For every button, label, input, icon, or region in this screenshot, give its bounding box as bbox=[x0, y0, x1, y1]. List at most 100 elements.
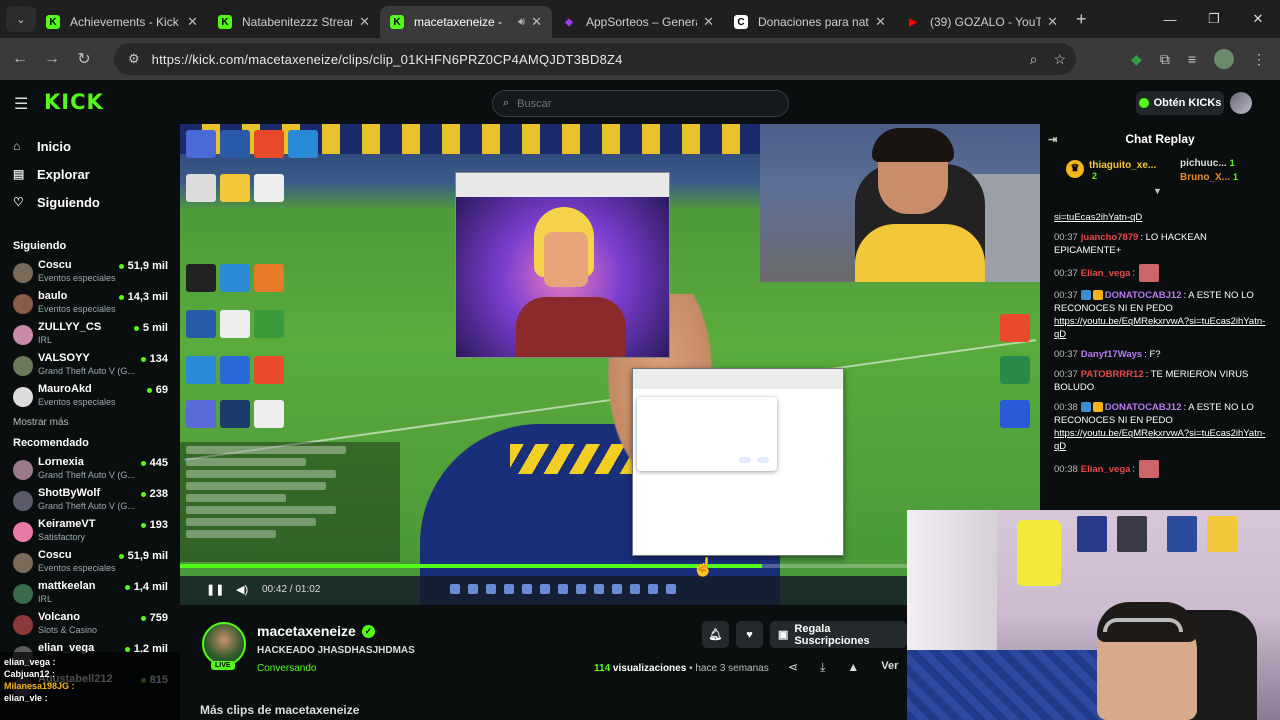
message-username[interactable]: Elian_vega bbox=[1081, 464, 1131, 475]
pause-icon[interactable]: ❚❚ bbox=[206, 583, 224, 596]
channel-item[interactable]: KeirameVT Satisfactory 193 bbox=[0, 517, 180, 548]
gift-subs-button[interactable]: ▣ Regala Suscripciones bbox=[770, 621, 907, 648]
channel-item[interactable]: Coscu Eventos especiales 51,9 mil bbox=[0, 258, 180, 289]
user-avatar[interactable] bbox=[1230, 92, 1252, 114]
search-box[interactable]: ⌕ bbox=[492, 90, 789, 117]
close-tab-icon[interactable]: ✕ bbox=[1047, 14, 1058, 30]
message-username[interactable]: DONATOCABJ12 bbox=[1105, 402, 1182, 413]
share-icon[interactable]: ⋖ bbox=[788, 660, 798, 675]
ver-button[interactable]: Ver bbox=[881, 660, 898, 675]
message-username[interactable]: DONATOCABJ12 bbox=[1105, 290, 1182, 301]
bottom-chat-overlay: elian_vega : Cabjuan12 : Milanesa198JG : el… bbox=[0, 652, 180, 720]
get-kicks-label: Obtén KICKs bbox=[1153, 97, 1222, 109]
progress-bar[interactable] bbox=[180, 564, 763, 568]
report-icon[interactable]: ▲ bbox=[847, 660, 859, 675]
close-tab-icon[interactable]: ✕ bbox=[703, 14, 714, 30]
reload-button[interactable]: ↻ bbox=[68, 49, 100, 69]
chat-title: Chat Replay bbox=[1125, 132, 1195, 146]
sidebar-item-explorar[interactable]: ▤ Explorar bbox=[0, 160, 180, 188]
site-info-icon[interactable]: ⚙ bbox=[128, 51, 140, 67]
search-input[interactable] bbox=[517, 97, 758, 110]
more-menu-icon[interactable]: ⋮ bbox=[1252, 51, 1266, 68]
channel-item[interactable]: baulo Eventos especiales 14,3 mil bbox=[0, 289, 180, 320]
message-username[interactable]: Elian_vega bbox=[1081, 268, 1131, 279]
viewer-count: 445 bbox=[141, 457, 168, 469]
extensions-puzzle-icon[interactable]: ⧉ bbox=[1160, 51, 1170, 68]
channel-avatar[interactable] bbox=[202, 622, 246, 666]
channel-avatar bbox=[13, 356, 33, 376]
extension-icon[interactable]: ◆ bbox=[1131, 51, 1142, 68]
close-tab-icon[interactable]: ✕ bbox=[359, 14, 370, 30]
close-window-button[interactable]: ✕ bbox=[1236, 0, 1280, 38]
close-tab-icon[interactable]: ✕ bbox=[531, 14, 542, 30]
close-tab-icon[interactable]: ✕ bbox=[875, 14, 886, 30]
zoom-icon[interactable]: ⌕ bbox=[1030, 51, 1038, 68]
kick-logo[interactable]: KICK bbox=[44, 90, 104, 114]
chat-messages: si=tuEcas2ihYatn-qD 00:37 juancho7879: LO … bbox=[1040, 198, 1280, 478]
views-label: visualizaciones bbox=[612, 663, 687, 674]
message-username[interactable]: juancho7879 bbox=[1081, 232, 1139, 243]
chevron-down-icon[interactable]: ▼ bbox=[1153, 186, 1162, 196]
chat-message: si=tuEcas2ihYatn-qD bbox=[1054, 198, 1268, 224]
channel-item[interactable]: ShotByWolf Grand Theft Auto V (G... 238 bbox=[0, 486, 180, 517]
kick-top-nav: ☰ KICK ⌕ Obtén KICKs bbox=[0, 80, 1280, 124]
following-heading: Siguiendo bbox=[13, 240, 67, 252]
new-tab-button[interactable]: + bbox=[1076, 9, 1087, 30]
channel-item[interactable]: mattkeelan IRL 1,4 mil bbox=[0, 579, 180, 610]
show-more-link[interactable]: Mostrar más bbox=[0, 413, 180, 433]
message-username[interactable]: Danyf17Ways bbox=[1081, 349, 1142, 360]
extension-icons: ◆ ⧉ ≡ ⋮ bbox=[1131, 38, 1266, 80]
tab-search-button[interactable]: ⌄ bbox=[6, 6, 36, 32]
tab-1[interactable]: K Natabenitezzz Stream ✕ bbox=[208, 6, 380, 38]
clip-title: HACKEADO JHASDHASJHDMAS bbox=[257, 645, 415, 656]
tab-title: Natabenitezzz Stream bbox=[242, 15, 354, 29]
overlay-chat-line: elian_vega : bbox=[4, 656, 176, 668]
channel-name[interactable]: macetaxeneize bbox=[257, 623, 356, 639]
message-link[interactable]: https://youtu.be/EqMRekxrvwA?si=tuEcas2i… bbox=[1054, 428, 1265, 452]
channel-item[interactable]: Lornexia Grand Theft Auto V (G... 445 bbox=[0, 455, 180, 486]
top-gifters: ♛ thiaguito_xe... 2 pichuuc... 1 Bruno_X..… bbox=[1040, 154, 1280, 198]
notifications-button[interactable]: 🔔︎ bbox=[702, 621, 729, 648]
back-button[interactable]: ← bbox=[4, 50, 36, 68]
forward-button[interactable]: → bbox=[36, 50, 68, 68]
tab-0[interactable]: K Achievements - Kick ✕ bbox=[36, 6, 208, 38]
message-username[interactable]: PATOBRRR12 bbox=[1081, 369, 1144, 380]
channel-category: Eventos especiales bbox=[38, 273, 116, 283]
tab-2[interactable]: Kmacetaxeneize - 🔊︎ ✕ bbox=[380, 6, 552, 38]
collapse-chat-icon[interactable]: ⇥ bbox=[1048, 133, 1057, 146]
media-icon[interactable]: ≡ bbox=[1188, 51, 1196, 67]
category-link[interactable]: Conversando bbox=[257, 663, 316, 674]
profile-avatar[interactable] bbox=[1214, 49, 1234, 69]
channel-item[interactable]: VALSOYY Grand Theft Auto V (G... 134 bbox=[0, 351, 180, 382]
chat-message: 00:38 DONATOCABJ12: A ESTE NO LO RECONOCE… bbox=[1054, 401, 1268, 453]
sidebar-item-siguiendo[interactable]: ♡ Siguiendo bbox=[0, 188, 180, 216]
tab-3[interactable]: ◆ AppSorteos – Genera ✕ bbox=[552, 6, 724, 38]
sidebar-item-inicio[interactable]: ⌂ Inicio bbox=[0, 132, 180, 160]
gifter-3[interactable]: Bruno_X... 1 bbox=[1180, 172, 1238, 183]
url-field[interactable]: ⚙ https://kick.com/macetaxeneize/clips/c… bbox=[114, 43, 1076, 75]
channel-item[interactable]: Volcano Slots & Casino 759 bbox=[0, 610, 180, 641]
minimize-button[interactable]: — bbox=[1148, 0, 1192, 38]
close-tab-icon[interactable]: ✕ bbox=[187, 14, 198, 30]
chat-message: 00:37 Elian_vega: bbox=[1054, 264, 1268, 282]
gifter-2[interactable]: pichuuc... 1 bbox=[1180, 158, 1235, 169]
speaker-icon[interactable]: 🔊︎ bbox=[518, 16, 525, 29]
tab-5[interactable]: ▶ (39) GOZALO - YouTu ✕ bbox=[896, 6, 1068, 38]
follow-button[interactable]: ♥ bbox=[736, 621, 763, 648]
download-icon[interactable]: ⤓ bbox=[820, 660, 825, 675]
get-kicks-button[interactable]: Obtén KICKs bbox=[1136, 91, 1224, 115]
tab-4[interactable]: C Donaciones para nat ✕ bbox=[724, 6, 896, 38]
bookmark-star-icon[interactable]: ☆ bbox=[1053, 51, 1066, 68]
channel-item[interactable]: MauroAkd Eventos especiales 69 bbox=[0, 382, 180, 413]
volume-icon[interactable]: ◀) bbox=[236, 583, 248, 596]
message-link[interactable]: https://youtu.be/EqMRekxrvwA?si=tuEcas2i… bbox=[1054, 316, 1265, 340]
message-link[interactable]: si=tuEcas2ihYatn-qD bbox=[1054, 212, 1142, 223]
channel-item[interactable]: ZULLYY_CS IRL 5 mil bbox=[0, 320, 180, 351]
sidebar-item-label: Inicio bbox=[37, 138, 71, 154]
message-text: : bbox=[1132, 463, 1136, 475]
gifter-1[interactable]: thiaguito_xe... 2 bbox=[1089, 160, 1156, 182]
hamburger-menu-icon[interactable]: ☰ bbox=[14, 94, 28, 114]
channel-item[interactable]: Coscu Eventos especiales 51,9 mil bbox=[0, 548, 180, 579]
maximize-button[interactable]: ❐ bbox=[1192, 0, 1236, 38]
channel-avatar bbox=[13, 325, 33, 345]
